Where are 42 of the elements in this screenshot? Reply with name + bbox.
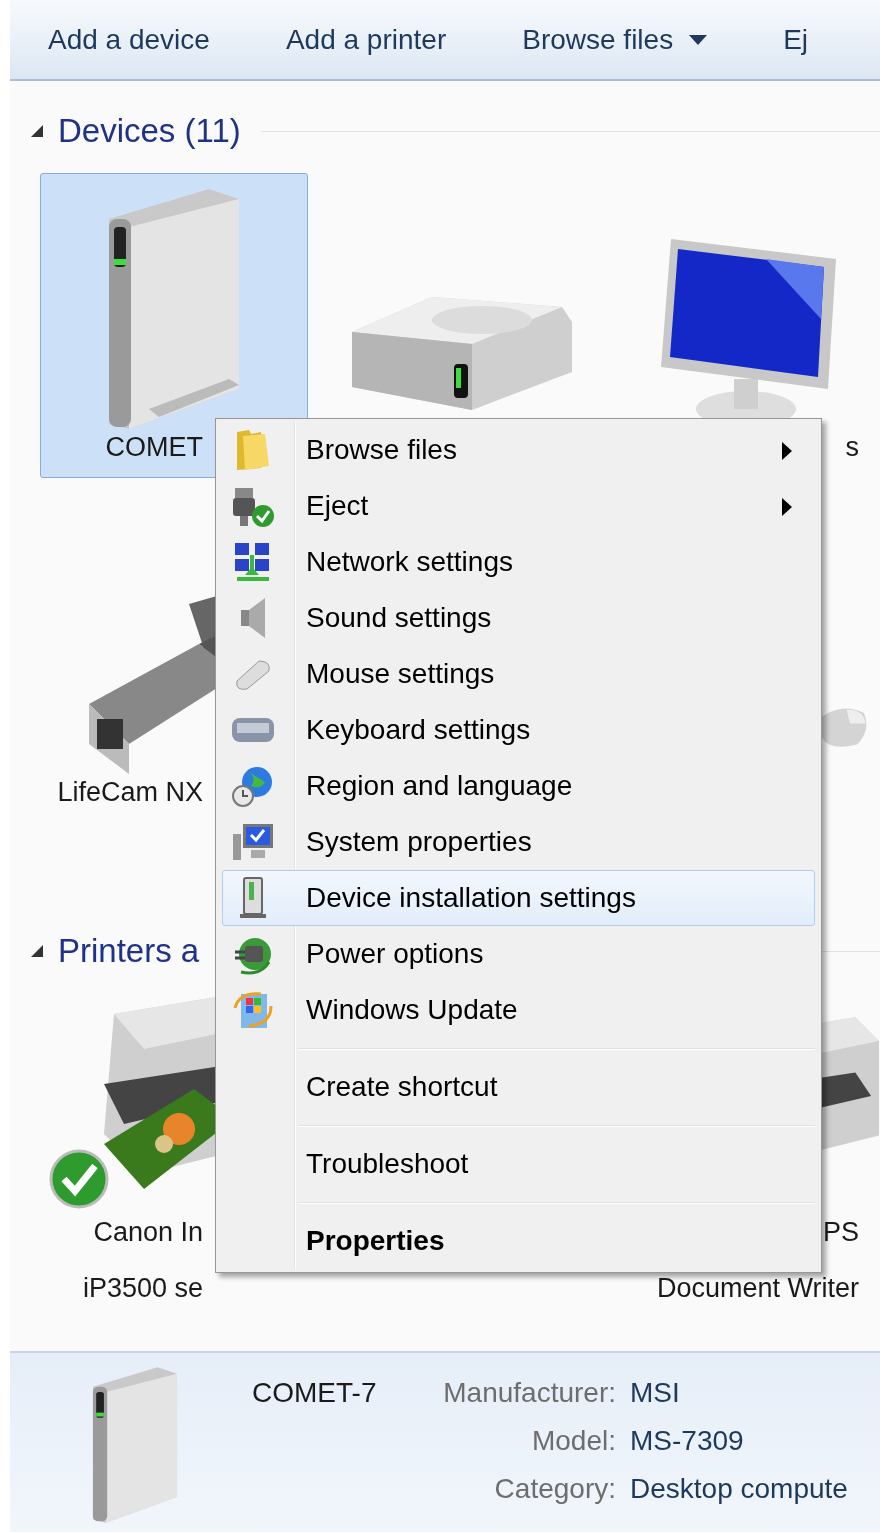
menu-item[interactable]: System properties: [222, 814, 815, 870]
menu-item[interactable]: Device installation settings: [222, 870, 815, 926]
toolbar-button[interactable]: Browse files: [512, 15, 718, 64]
globe-clock-icon: [231, 764, 275, 808]
device-name: COMET-7: [252, 1377, 378, 1409]
menu-item[interactable]: Windows Update: [222, 982, 815, 1038]
device-label: LifeCam NX: [57, 776, 203, 809]
section-title: Printers a: [58, 932, 200, 970]
field-label: Category:: [493, 1473, 616, 1505]
collapse-arrow-icon[interactable]: [30, 124, 44, 138]
device-label: PS: [822, 1216, 859, 1249]
folder-icon: [235, 428, 271, 472]
selected-device-tile[interactable]: COMET: [40, 173, 308, 478]
device-label: Canon In: [93, 1216, 203, 1249]
field-label: Manufacturer:: [442, 1377, 616, 1409]
field-value: MS-7309: [630, 1425, 745, 1457]
toolbar-button[interactable]: Ej: [773, 15, 819, 64]
device-label: Document Writer: [656, 1272, 859, 1305]
menu-item[interactable]: Power options: [222, 926, 815, 982]
computer-tower-icon: [238, 876, 268, 920]
mouse-icon: [233, 657, 273, 691]
menu-item[interactable]: Region and language: [222, 758, 815, 814]
field-value: Desktop compute: [630, 1473, 848, 1505]
toolbar-button[interactable]: Add a printer: [275, 15, 457, 64]
device-label: iP3500 se: [82, 1272, 203, 1305]
computer-icon: [231, 822, 275, 862]
device-label: COMET: [105, 431, 203, 464]
menu-item[interactable]: Sound settings: [222, 590, 815, 646]
device-label: s: [845, 431, 859, 464]
menu-item[interactable]: Properties: [222, 1213, 815, 1269]
menu-item[interactable]: Eject: [222, 478, 815, 534]
keyboard-icon: [231, 715, 275, 745]
menu-item[interactable]: Network settings: [222, 534, 815, 590]
menu-item[interactable]: Create shortcut: [222, 1059, 815, 1115]
field-value: MSI: [630, 1377, 681, 1409]
collapse-arrow-icon[interactable]: [30, 944, 44, 958]
menu-item[interactable]: Keyboard settings: [222, 702, 815, 758]
menu-item[interactable]: Mouse settings: [222, 646, 815, 702]
toolbar-button[interactable]: Add a device: [38, 15, 220, 64]
section-title: Devices (11): [58, 112, 241, 150]
menu-item[interactable]: Troubleshoot: [222, 1136, 815, 1192]
field-label: Model:: [530, 1425, 616, 1457]
